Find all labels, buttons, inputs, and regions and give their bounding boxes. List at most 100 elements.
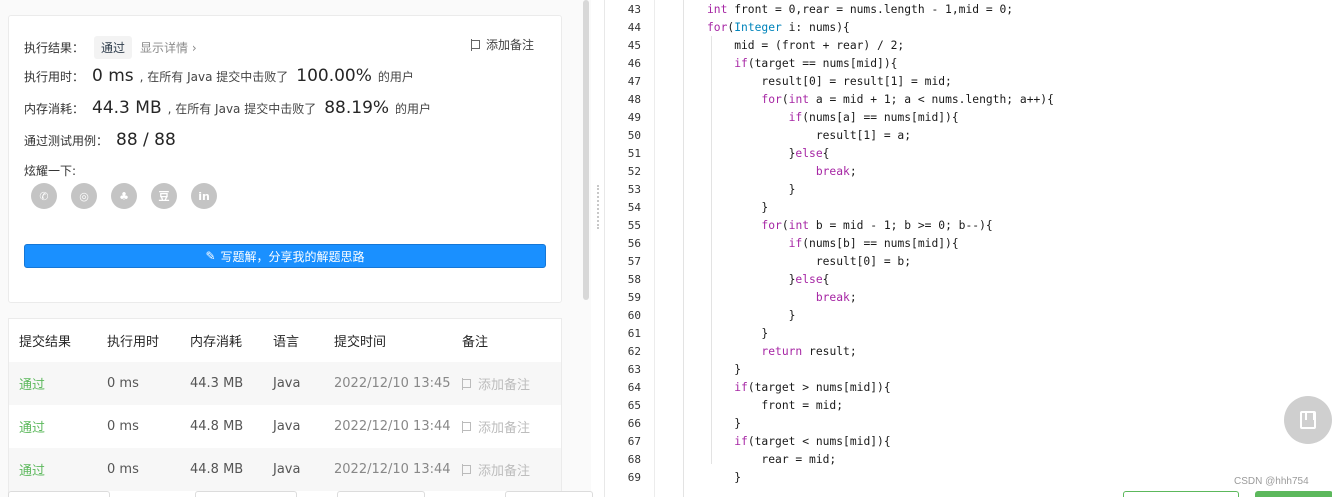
line-number: 50 — [627, 129, 641, 142]
row-submit-time: 2022/12/10 13:45 — [334, 376, 451, 391]
header-language: 语言 — [273, 335, 300, 350]
code-line[interactable]: break; — [707, 291, 857, 304]
code-line[interactable]: break; — [707, 165, 857, 178]
line-number: 57 — [627, 255, 641, 268]
code-line[interactable]: result[0] = b; — [707, 255, 911, 268]
qq-icon[interactable]: ♣ — [111, 183, 137, 209]
write-solution-label: 写题解，分享我的解题思路 — [220, 249, 365, 264]
code-line[interactable]: } — [707, 309, 796, 322]
submit-button[interactable] — [1255, 491, 1332, 497]
code-area[interactable]: int front = 0,rear = nums.length - 1,mid… — [654, 0, 1332, 497]
row-note-label: 添加备注 — [478, 464, 531, 479]
code-line[interactable]: if(nums[b] == nums[mid]){ — [707, 237, 959, 250]
code-line[interactable]: if(target < nums[mid]){ — [707, 435, 890, 448]
flag-icon — [462, 377, 472, 390]
code-line[interactable]: } — [707, 183, 796, 196]
douban-icon[interactable]: 豆 — [151, 183, 177, 209]
indent-guide — [683, 0, 684, 497]
code-line[interactable]: front = mid; — [707, 399, 843, 412]
line-number: 63 — [627, 363, 641, 376]
runtime-tail: 的用户 — [377, 70, 414, 84]
code-line[interactable]: for(int a = mid + 1; a < nums.length; a+… — [707, 93, 1053, 106]
code-line[interactable]: mid = (front + rear) / 2; — [707, 39, 904, 52]
row-memory: 44.8 MB — [190, 419, 244, 434]
line-number: 55 — [627, 219, 641, 232]
line-number: 65 — [627, 399, 641, 412]
row-note-label: 添加备注 — [478, 378, 531, 393]
header-status: 提交结果 — [19, 335, 72, 350]
line-number: 69 — [627, 471, 641, 484]
linkedin-icon[interactable]: in — [191, 183, 217, 209]
code-line[interactable]: if(target > nums[mid]){ — [707, 381, 890, 394]
code-line[interactable]: int front = 0,rear = nums.length - 1,mid… — [707, 3, 1013, 16]
row-memory: 44.3 MB — [190, 376, 244, 391]
code-line[interactable]: }else{ — [707, 147, 830, 160]
row-add-note-button[interactable]: 添加备注 — [462, 374, 530, 393]
line-number: 49 — [627, 111, 641, 124]
row-status[interactable]: 通过 — [19, 460, 45, 479]
row-status[interactable]: 通过 — [19, 417, 45, 436]
line-number: 66 — [627, 417, 641, 430]
flag-icon — [462, 463, 472, 476]
code-line[interactable]: for(int b = mid - 1; b >= 0; b--){ — [707, 219, 992, 232]
show-details-link[interactable]: 显示详情 › — [140, 39, 197, 56]
row-add-note-button[interactable]: 添加备注 — [462, 417, 530, 436]
add-note-button[interactable]: 添加备注 — [471, 36, 534, 53]
line-number: 47 — [627, 75, 641, 88]
line-number: 60 — [627, 309, 641, 322]
code-line[interactable]: }else{ — [707, 273, 830, 286]
line-number: 64 — [627, 381, 641, 394]
line-number: 59 — [627, 291, 641, 304]
code-line[interactable]: result[1] = a; — [707, 129, 911, 142]
cases-row: 通过测试用例： 88 / 88 — [24, 130, 182, 150]
line-number: 62 — [627, 345, 641, 358]
book-icon — [1300, 411, 1316, 429]
code-line[interactable]: if(target == nums[mid]){ — [707, 57, 897, 70]
code-line[interactable]: if(nums[a] == nums[mid]){ — [707, 111, 959, 124]
line-number: 51 — [627, 147, 641, 160]
line-number: 44 — [627, 21, 641, 34]
row-language: Java — [273, 419, 301, 434]
code-line[interactable]: return result; — [707, 345, 856, 358]
share-label: 炫耀一下: — [24, 164, 77, 178]
line-number: 46 — [627, 57, 641, 70]
write-solution-button[interactable]: ✎ 写题解，分享我的解题思路 — [24, 244, 546, 268]
share-row-label: 炫耀一下: — [24, 162, 76, 179]
bottom-tab[interactable] — [195, 491, 297, 497]
row-runtime: 0 ms — [107, 376, 139, 391]
pencil-icon: ✎ — [205, 249, 216, 263]
code-line[interactable]: } — [707, 471, 741, 484]
code-editor[interactable]: 43 44 45 46 47 48 49 50 51 52 53 54 55 56 57 58 59 60 61 62… — [604, 0, 1332, 497]
table-row[interactable]: 通过 0 ms 44.8 MB Java 2022/12/10 13:44 添加… — [9, 405, 561, 448]
code-line[interactable]: } — [707, 417, 741, 430]
code-line[interactable]: for(Integer i: nums){ — [707, 21, 850, 34]
bottom-tab[interactable] — [8, 491, 110, 497]
cases-value: 88 / 88 — [116, 130, 176, 150]
scrollbar-thumb[interactable] — [583, 0, 589, 300]
runtime-percent: 100.00% — [296, 66, 372, 86]
bottom-tab[interactable] — [337, 491, 425, 497]
weibo-icon[interactable]: ◎ — [71, 183, 97, 209]
code-line[interactable]: } — [707, 363, 741, 376]
row-language: Java — [273, 376, 301, 391]
share-buttons: ✆ ◎ ♣ 豆 in — [31, 183, 217, 209]
memory-label: 内存消耗： — [24, 102, 85, 116]
code-line[interactable]: result[0] = result[1] = mid; — [707, 75, 951, 88]
table-row[interactable]: 通过 0 ms 44.3 MB Java 2022/12/10 13:45 添加… — [9, 362, 561, 405]
header-memory: 内存消耗 — [190, 335, 243, 350]
wechat-icon[interactable]: ✆ — [31, 183, 57, 209]
bottom-tab[interactable] — [505, 491, 593, 497]
notes-float-button[interactable] — [1284, 396, 1332, 444]
panel-resize-handle[interactable] — [597, 185, 599, 229]
row-submit-time: 2022/12/10 13:44 — [334, 462, 451, 477]
code-line[interactable]: } — [707, 327, 768, 340]
table-row[interactable]: 通过 0 ms 44.8 MB Java 2022/12/10 13:44 添加… — [9, 448, 561, 491]
line-number: 54 — [627, 201, 641, 214]
row-add-note-button[interactable]: 添加备注 — [462, 460, 530, 479]
submission-history-table: 提交结果 执行用时 内存消耗 语言 提交时间 备注 通过 0 ms 44.3 M… — [8, 318, 562, 497]
code-line[interactable]: } — [707, 201, 768, 214]
flag-icon — [462, 420, 472, 433]
code-line[interactable]: rear = mid; — [707, 453, 836, 466]
row-status[interactable]: 通过 — [19, 374, 45, 393]
bottom-button[interactable] — [1123, 491, 1239, 497]
